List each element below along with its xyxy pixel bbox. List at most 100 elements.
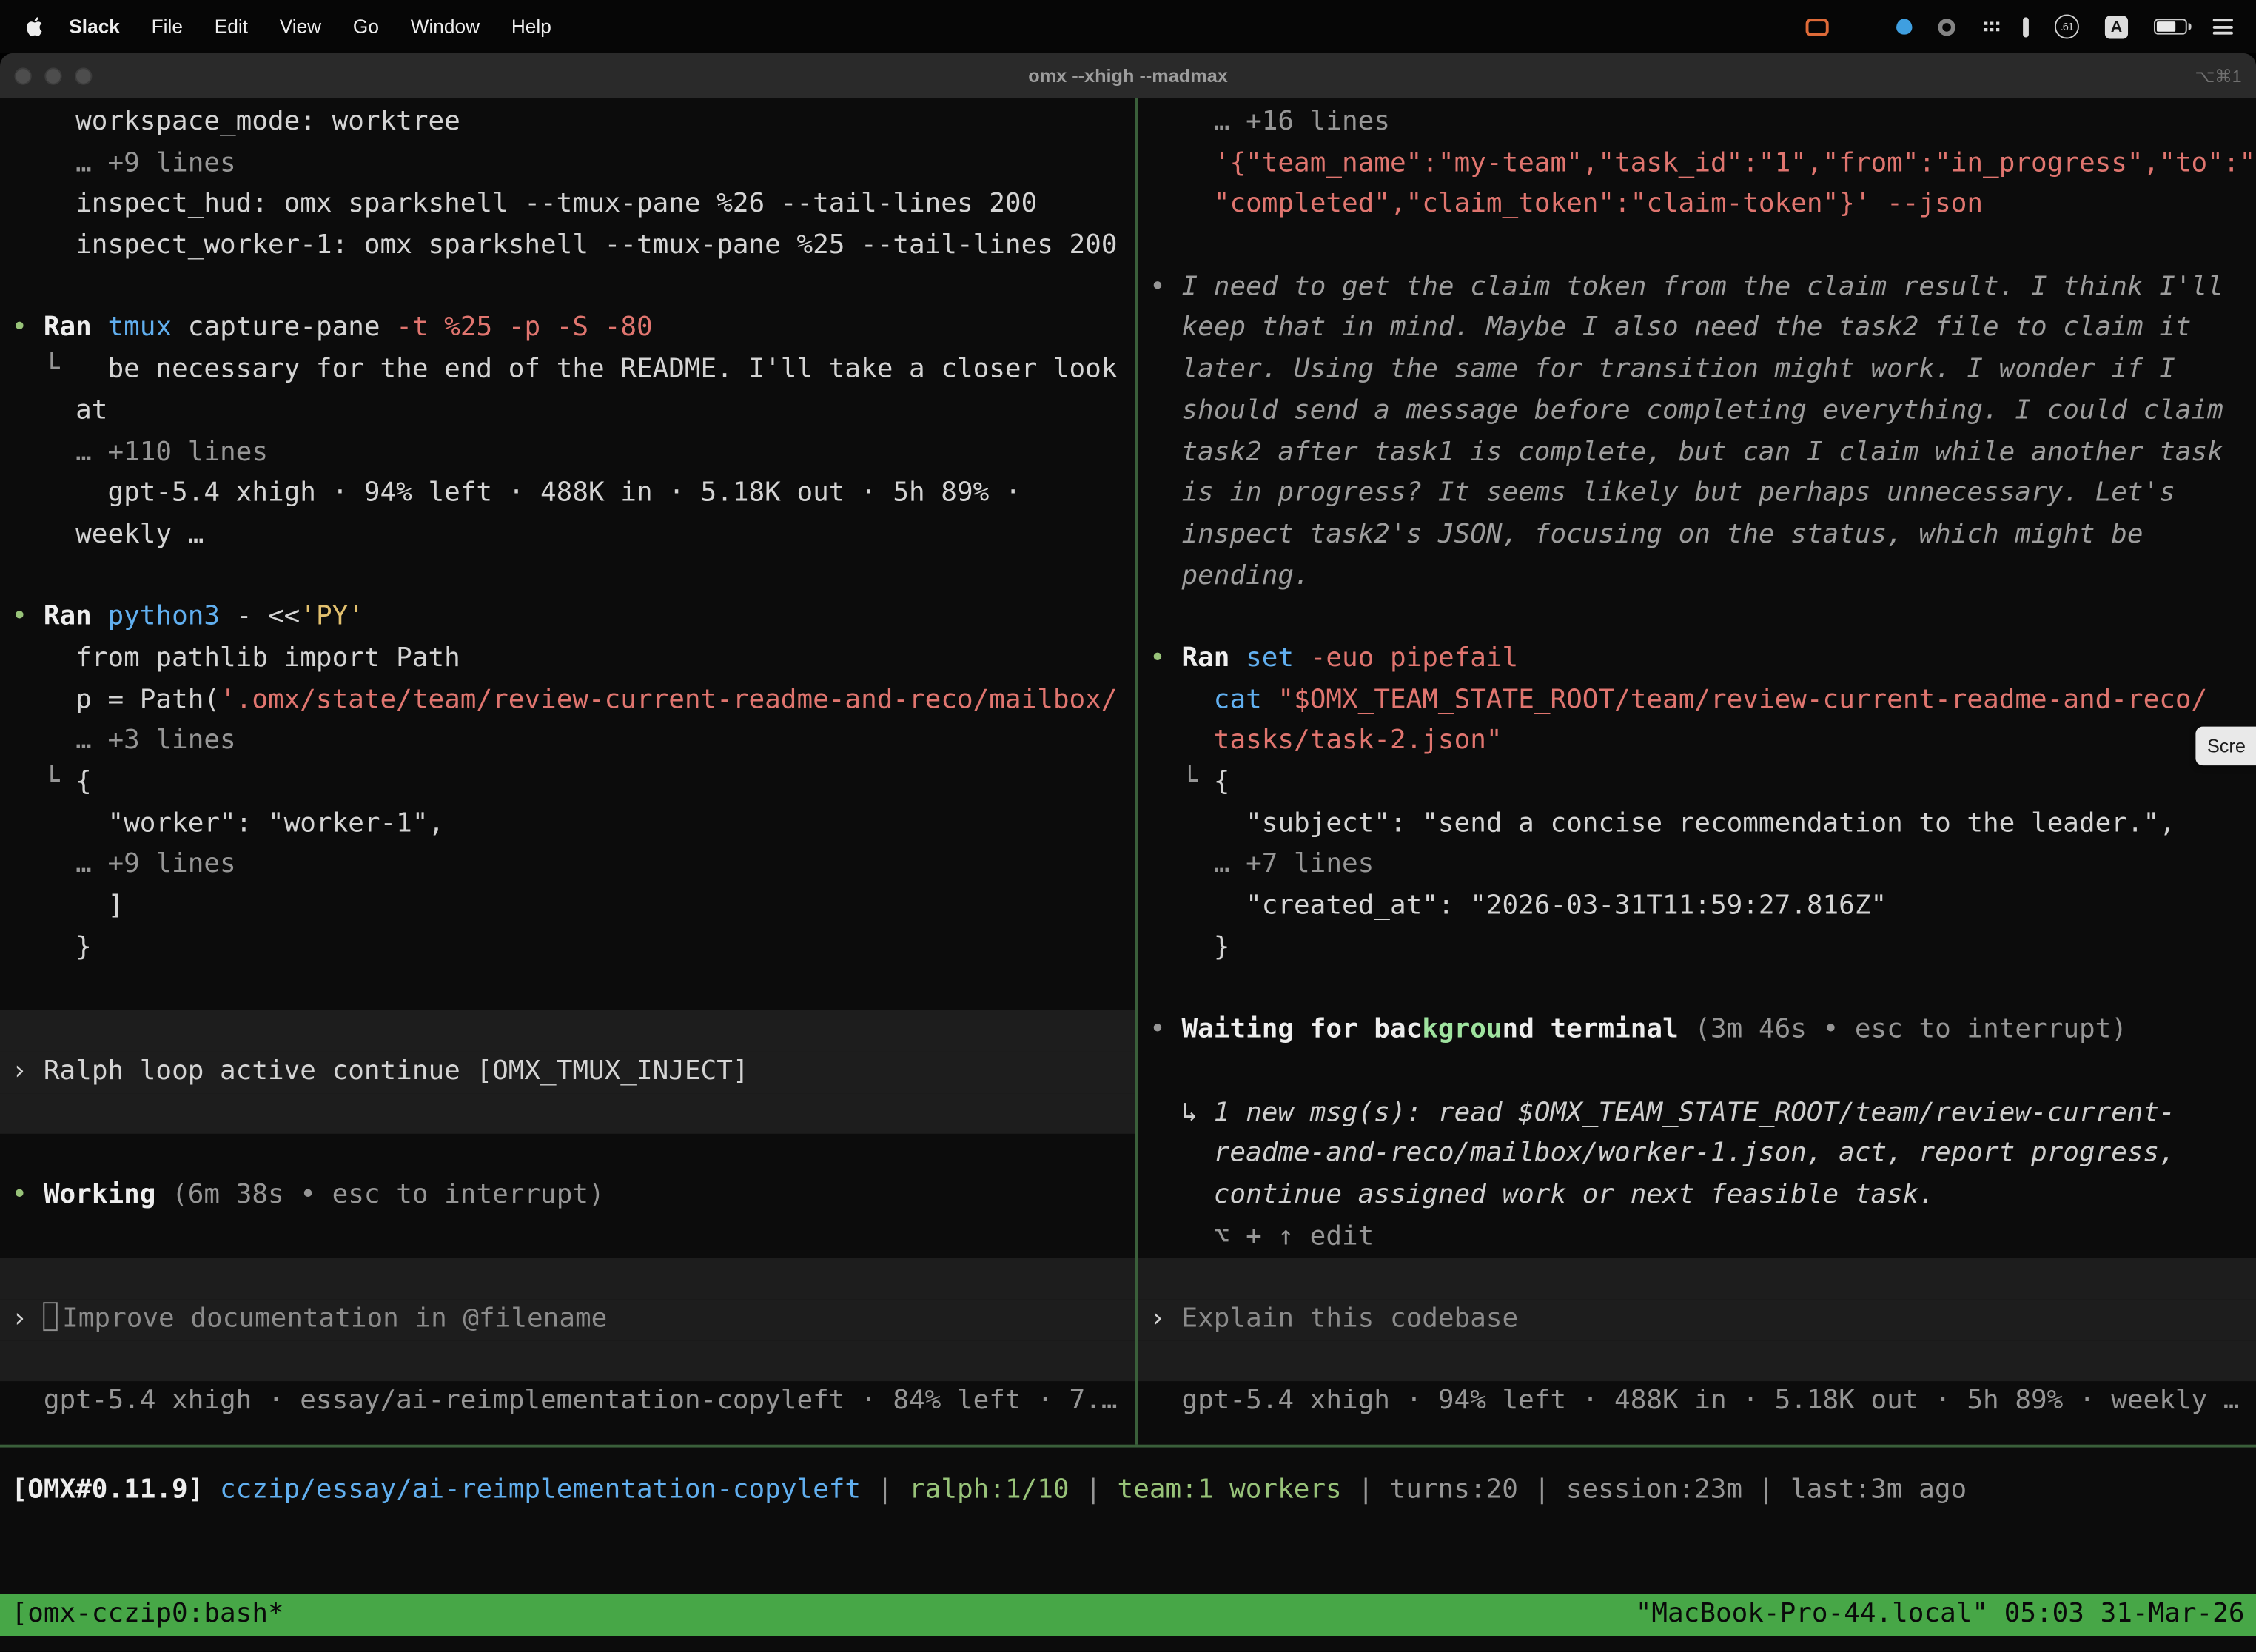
terminal-text-segment: '.omx/state/team/review-current-readme-a… bbox=[220, 685, 1117, 715]
terminal-text-segment: session:23m bbox=[1566, 1474, 1742, 1505]
terminal-text-segment bbox=[1149, 725, 1214, 756]
window-grid-icon[interactable] bbox=[1854, 19, 1870, 35]
tool-output-line: inspect_worker-1: omx sparkshell --tmux-… bbox=[0, 226, 1135, 267]
terminal-text-segment: team:1 workers bbox=[1118, 1474, 1342, 1505]
apple-menu-icon[interactable] bbox=[23, 14, 44, 38]
screen: Slack File Edit View Go Window Help .61 … bbox=[0, 0, 2256, 1652]
terminal-text-segment: • bbox=[12, 602, 44, 632]
tmux-status-bar: [omx-cczip0:bash* "MacBook-Pro-44.local"… bbox=[0, 1594, 2256, 1636]
waiting-status-line: • Waiting for background terminal (3m 46… bbox=[1138, 1010, 2256, 1052]
queued-message-band bbox=[0, 1010, 1135, 1052]
terminal-text-segment: p = Path( bbox=[12, 685, 220, 715]
terminal-text-segment: } bbox=[12, 932, 92, 962]
terminal-text-segment: inspect_hud: omx sparkshell --tmux-pane … bbox=[12, 189, 1038, 219]
thinking-line: inspect task2's JSON, focusing on the st… bbox=[1138, 515, 2256, 557]
mailbox-notification-line: readme-and-reco/mailbox/worker-1.json, a… bbox=[1138, 1134, 2256, 1175]
terminal-text-segment: continue assigned work or next feasible … bbox=[1149, 1180, 1935, 1210]
menu-help[interactable]: Help bbox=[495, 16, 567, 37]
terminal-text-segment: kgrou bbox=[1422, 1015, 1502, 1045]
gauge-icon[interactable]: .61 bbox=[2055, 14, 2079, 38]
terminal-text-segment: (3m 46s • esc to interrupt) bbox=[1694, 1015, 2127, 1045]
terminal-text-segment: (6m 38s • esc to interrupt) bbox=[172, 1180, 605, 1210]
terminal-text-segment: later. Using the same for transition mig… bbox=[1149, 354, 2175, 384]
close-button[interactable] bbox=[14, 67, 31, 84]
terminal-text-segment: › bbox=[12, 1055, 44, 1086]
menu-window[interactable]: Window bbox=[395, 16, 495, 37]
terminal-text-segment: weekly … bbox=[12, 520, 204, 550]
mailbox-notification-line: ↳ 1 new msg(s): read $OMX_TEAM_STATE_ROO… bbox=[1138, 1092, 2256, 1134]
terminal-text-segment: --json bbox=[1887, 189, 1983, 219]
circle-icon[interactable] bbox=[1938, 18, 1955, 35]
pill-icon[interactable] bbox=[2023, 16, 2029, 36]
tool-output-line: at bbox=[0, 391, 1135, 432]
terminal-text-segment: Working bbox=[44, 1180, 172, 1210]
terminal-text-segment: cczip/essay/ai-reimplementation-copyleft bbox=[220, 1474, 861, 1505]
minimize-button[interactable] bbox=[44, 67, 61, 84]
tool-call-line: tasks/task-2.json" bbox=[1138, 722, 2256, 763]
terminal-text-segment: tmux bbox=[107, 313, 187, 343]
tool-output-line: └ { bbox=[0, 762, 1135, 804]
menu-bar-left: Slack File Edit View Go Window Help bbox=[0, 14, 567, 38]
terminal-text-segment: └ bbox=[1149, 767, 1214, 797]
omx-hud-pane: [OMX#0.11.9] cczip/essay/ai-reimplementa… bbox=[0, 1448, 2256, 1512]
dots-grid-icon[interactable] bbox=[1978, 19, 2000, 34]
terminal-text-segment: { bbox=[75, 767, 92, 797]
input-source-icon[interactable]: A bbox=[2105, 15, 2128, 38]
collapsed-lines-marker: … +110 lines bbox=[0, 432, 1135, 474]
blank-line bbox=[0, 556, 1135, 597]
terminal-text-segment: └ bbox=[12, 354, 108, 384]
tool-call-line: • Ran python3 - <<'PY' bbox=[0, 597, 1135, 639]
zoom-button[interactable] bbox=[75, 67, 92, 84]
terminal-text-segment: inspect task2's JSON, focusing on the st… bbox=[1149, 520, 2143, 550]
collapsed-lines-marker: … +3 lines bbox=[0, 722, 1135, 763]
terminal-text-segment: [OMX#0.11.9] bbox=[12, 1474, 220, 1505]
terminal-text-segment: › bbox=[1149, 1303, 1181, 1334]
terminal-content: workspace_mode: worktree … +9 lines insp… bbox=[0, 98, 2256, 1651]
terminal-text-segment: └ bbox=[12, 767, 76, 797]
drop-icon[interactable] bbox=[1896, 19, 1912, 34]
menu-file[interactable]: File bbox=[135, 16, 198, 37]
tool-output-line: └ be necessary for the end of the README… bbox=[0, 350, 1135, 392]
gauge-value: .61 bbox=[2056, 16, 2078, 37]
menu-view[interactable]: View bbox=[263, 16, 337, 37]
terminal-text-segment: - << bbox=[236, 602, 301, 632]
composer-band bbox=[0, 1258, 1135, 1299]
terminal-text-segment: task2 after task1 is complete, but can I… bbox=[1149, 437, 2223, 467]
blank-line bbox=[1138, 226, 2256, 267]
terminal-text-segment: | bbox=[1518, 1474, 1566, 1505]
terminal-text-segment: • bbox=[1149, 643, 1181, 674]
menu-app-name[interactable]: Slack bbox=[53, 16, 135, 37]
window-titlebar[interactable]: omx --xhigh --madmax ⌥⌘1 bbox=[0, 53, 2256, 98]
menu-go[interactable]: Go bbox=[338, 16, 395, 37]
blank-line bbox=[0, 1134, 1135, 1175]
terminal-text-segment: at bbox=[12, 395, 108, 426]
blank-line bbox=[0, 1217, 1135, 1258]
screen-recording-indicator-icon[interactable] bbox=[1805, 18, 1828, 35]
tool-output-line: inspect_hud: omx sparkshell --tmux-pane … bbox=[0, 185, 1135, 226]
terminal-text-segment: | bbox=[1742, 1474, 1790, 1505]
composer-input[interactable]: › Improve documentation in @filename bbox=[0, 1299, 1135, 1340]
menu-edit[interactable]: Edit bbox=[198, 16, 263, 37]
queued-message-line[interactable]: › Ralph loop active continue [OMX_TMUX_I… bbox=[0, 1052, 1135, 1093]
terminal-text-segment: '{"team_name":"my-team","task_id":"1","f… bbox=[1214, 148, 2255, 178]
terminal-text-segment: ] bbox=[12, 890, 124, 921]
blank-line bbox=[1138, 1052, 2256, 1093]
composer-input[interactable]: › Explain this codebase bbox=[1138, 1299, 2256, 1340]
composer-band bbox=[1138, 1340, 2256, 1382]
terminal-text-segment: | bbox=[1070, 1474, 1118, 1505]
terminal-text-segment: readme-and-reco/mailbox/worker-1.json, a… bbox=[1149, 1138, 2175, 1169]
thinking-line: task2 after task1 is complete, but can I… bbox=[1138, 432, 2256, 474]
tool-output-line: ] bbox=[0, 887, 1135, 928]
collapsed-lines-marker: … +9 lines bbox=[0, 845, 1135, 887]
tmux-host-time: "MacBook-Pro-44.local" 05:03 31-Mar-26 bbox=[1636, 1594, 2245, 1636]
window-title: omx --xhigh --madmax bbox=[0, 64, 2256, 86]
tmux-pane-left[interactable]: workspace_mode: worktree … +9 lines insp… bbox=[0, 102, 1135, 1445]
battery-icon[interactable] bbox=[2154, 19, 2187, 34]
tool-output-line: gpt-5.4 xhigh · 94% left · 488K in · 5.1… bbox=[0, 474, 1135, 515]
tmux-pane-right[interactable]: … +16 lines '{"team_name":"my-team","tas… bbox=[1138, 102, 2256, 1445]
omx-status-line: [OMX#0.11.9] cczip/essay/ai-reimplementa… bbox=[0, 1471, 2256, 1512]
working-status-line: • Working (6m 38s • esc to interrupt) bbox=[0, 1175, 1135, 1217]
terminal-text-segment: Ralph loop active continue [OMX_TMUX_INJ… bbox=[44, 1055, 749, 1086]
tool-call-line: • Ran tmux capture-pane -t %25 -p -S -80 bbox=[0, 309, 1135, 350]
menu-lines-icon[interactable] bbox=[2213, 19, 2233, 34]
